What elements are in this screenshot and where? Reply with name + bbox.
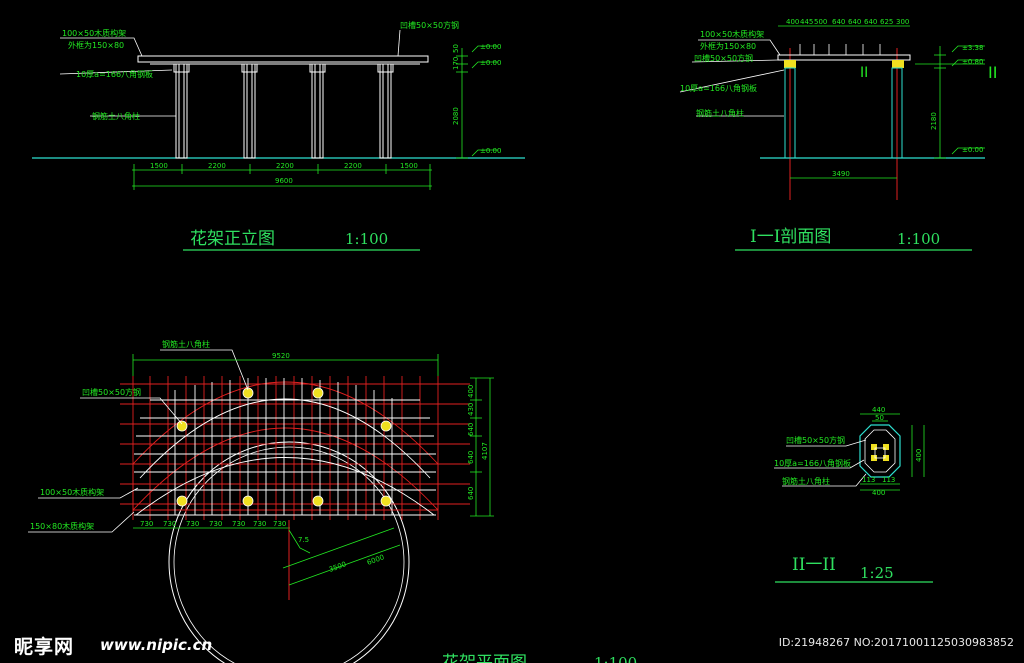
top-beam <box>137 55 429 63</box>
elevation-title: 花架正立图 <box>190 229 275 249</box>
watermark-url: www.nipic.cn <box>100 636 213 654</box>
sec2-label-a: 凹槽50×50方钢 <box>786 435 845 445</box>
elev-label-plate: 10厚a=166八角钢板 <box>76 69 153 79</box>
plan-label-outer: 150×80木质构架 <box>30 521 94 531</box>
plan-bdim-7: 730 <box>273 520 286 528</box>
elev-label-column: 钢筋土八角柱 <box>92 111 140 121</box>
sec2-dim-b2: 113 <box>882 476 895 484</box>
plan-grid-white <box>134 378 436 516</box>
plan-label-column: 钢筋土八角柱 <box>162 339 210 349</box>
plan-dim-width: 9520 <box>272 352 290 360</box>
elev-level-mid: ±0.00 <box>480 59 501 67</box>
plan-radius-a: 3500 <box>328 560 347 574</box>
sec2-dim-top-inner: 50 <box>875 414 884 422</box>
sec1-label-a: 100×50木质构架 <box>700 29 764 39</box>
elev-dim-4: 2200 <box>344 162 362 170</box>
sec1-dim-height: 2180 <box>930 112 938 130</box>
section-2-view: 凹槽50×50方钢 10厚a=166八角钢板 钢筋土八角柱 440 50 113… <box>774 406 933 583</box>
section1-scale: 1:100 <box>897 230 940 248</box>
plan-rdim-3: 640 <box>467 423 475 436</box>
elev-level-top: ±0.00 <box>480 43 501 51</box>
plan-rdim-2: 430 <box>467 403 475 416</box>
sec1-dim-4: 640 <box>832 18 845 26</box>
sec2-dim-bottom: 400 <box>872 489 885 497</box>
columns <box>173 63 394 159</box>
elev-dim-5: 1500 <box>400 162 418 170</box>
sec1-dim-5: 640 <box>848 18 861 26</box>
sec1-marker-right: II <box>988 63 997 82</box>
watermark-logo: 昵享网 <box>14 636 75 658</box>
plan-label-steel: 凹槽50×50方钢 <box>82 387 141 397</box>
plan-rdim-total: 4107 <box>481 442 489 460</box>
octagon-column <box>859 424 901 478</box>
elev-dim-1: 1500 <box>150 162 168 170</box>
sec1-level-a: ±3.38 <box>962 44 983 52</box>
elev-dim-3: 2200 <box>276 162 294 170</box>
plan-bdim-6: 730 <box>253 520 266 528</box>
plan-small-dim: 7.5 <box>298 536 309 544</box>
elevation-view: 100×50木质构架 外框为150×80 凹槽50×50方钢 10厚a=166八… <box>32 20 525 251</box>
sec2-label-b: 10厚a=166八角钢板 <box>774 458 851 468</box>
plan-bdim-5: 730 <box>232 520 245 528</box>
sec1-marker-left: II <box>860 65 868 81</box>
sec1-label-d: 10厚a=166八角钢板 <box>680 83 757 93</box>
elev-label-outer: 外框为150×80 <box>68 40 124 50</box>
section-1-view: 100×50木质构架 外框为150×80 凹槽50×50方钢 10厚a=166八… <box>679 18 997 251</box>
sec1-dim-1: 400 <box>786 18 799 26</box>
cad-drawing-canvas: 100×50木质构架 外框为150×80 凹槽50×50方钢 10厚a=166八… <box>28 18 997 663</box>
plan-bdim-4: 730 <box>209 520 222 528</box>
plan-scale: 1:100 <box>594 654 637 663</box>
sec1-level-c: ±0.00 <box>962 146 983 154</box>
plan-bdim-3: 730 <box>186 520 199 528</box>
sec2-dim-b1: 113 <box>862 476 875 484</box>
sec1-label-c: 凹槽50×50方钢 <box>694 53 753 63</box>
elev-label-steel: 凹槽50×50方钢 <box>400 20 459 30</box>
plan-grid-red <box>120 376 470 520</box>
plan-rdim-5: 640 <box>467 487 475 500</box>
elevation-scale: 1:100 <box>345 230 388 248</box>
plan-radius-b: 6000 <box>366 553 385 567</box>
plan-label-frame: 100×50木质构架 <box>40 487 104 497</box>
section2-scale: 1:25 <box>860 564 894 582</box>
plan-bdim-1: 730 <box>140 520 153 528</box>
sec1-dim-width: 3490 <box>832 170 850 178</box>
section2-title: II一II <box>792 555 836 575</box>
watermark-id: ID:21948267 NO:20171001125030983852 <box>778 636 1014 649</box>
sec2-dim-right: 400 <box>915 449 923 462</box>
elev-dim-total: 9600 <box>275 177 293 185</box>
sec2-label-c: 钢筋土八角柱 <box>782 476 830 486</box>
plan-view: 钢筋土八角柱 凹槽50×50方钢 100×50木质构架 150×80木质构架 9… <box>28 339 637 663</box>
elev-dim-top-b: 50 <box>452 44 460 53</box>
elev-dim-height: 2080 <box>452 107 460 125</box>
elev-dim-top-a: 170 <box>452 57 460 70</box>
sec1-dim-6: 640 <box>864 18 877 26</box>
sec1-label-e: 钢筋土八角柱 <box>696 108 744 118</box>
sec1-label-b: 外框为150×80 <box>700 41 756 51</box>
sec1-dim-8: 300 <box>896 18 909 26</box>
elev-label-frame: 100×50木质构架 <box>62 28 126 38</box>
plan-bdim-2: 730 <box>163 520 176 528</box>
section1-title: I一I剖面图 <box>750 227 831 247</box>
elev-level-ground: ±0.00 <box>480 147 501 155</box>
plan-title: 花架平面图 <box>442 653 527 663</box>
sec1-dim-7: 625 <box>880 18 893 26</box>
sec2-dim-top: 440 <box>872 406 885 414</box>
plan-rdim-1: 400 <box>467 385 475 398</box>
sec1-dim-2: 445 <box>800 18 813 26</box>
sec1-dim-3: 500 <box>814 18 827 26</box>
plan-rdim-4: 640 <box>467 451 475 464</box>
elev-dim-2: 2200 <box>208 162 226 170</box>
sec1-level-b: ±0.80 <box>962 58 983 66</box>
